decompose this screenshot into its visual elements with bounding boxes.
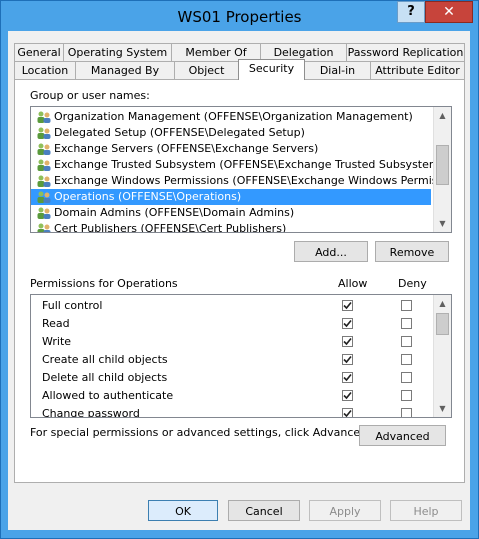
apply-button[interactable]: Apply xyxy=(309,500,381,521)
tab-object[interactable]: Object xyxy=(174,61,239,79)
tab-password-replication[interactable]: Password Replication xyxy=(346,43,465,61)
user-name: Organization Management (OFFENSE\Organiz… xyxy=(54,110,413,123)
user-list-item[interactable]: Operations (OFFENSE\Operations) xyxy=(31,189,431,205)
user-list-item[interactable]: Delegated Setup (OFFENSE\Delegated Setup… xyxy=(31,125,431,141)
title-bar[interactable]: WS01 Properties ? ✕ xyxy=(1,1,478,31)
help-button[interactable]: Help xyxy=(390,500,462,521)
tab-attribute-editor[interactable]: Attribute Editor xyxy=(370,61,465,79)
tab-security[interactable]: Security xyxy=(238,59,305,80)
deny-checkbox[interactable] xyxy=(401,300,412,311)
allow-checkbox[interactable] xyxy=(342,318,353,329)
advanced-button[interactable]: Advanced xyxy=(359,425,446,446)
permission-name: Create all child objects xyxy=(42,353,168,366)
allow-header: Allow xyxy=(338,277,368,290)
deny-checkbox[interactable] xyxy=(401,372,412,383)
user-list-item[interactable]: Domain Admins (OFFENSE\Domain Admins) xyxy=(31,205,431,221)
scroll-thumb[interactable] xyxy=(436,313,449,335)
allow-checkbox[interactable] xyxy=(342,390,353,401)
user-group-icon xyxy=(37,143,51,155)
cancel-button[interactable]: Cancel xyxy=(228,500,300,521)
permission-row: Full control xyxy=(31,297,431,315)
user-group-icon xyxy=(37,159,51,171)
permission-row: Change password xyxy=(31,405,431,418)
ok-button[interactable]: OK xyxy=(148,500,218,521)
permission-name: Write xyxy=(42,335,72,348)
user-group-icon xyxy=(37,175,51,187)
user-list-item[interactable]: Exchange Windows Permissions (OFFENSE\Ex… xyxy=(31,173,451,189)
permission-name: Read xyxy=(42,317,70,330)
permission-row: Delete all child objects xyxy=(31,369,431,387)
scroll-down-icon[interactable]: ▼ xyxy=(434,215,451,232)
deny-header: Deny xyxy=(398,277,427,290)
remove-button[interactable]: Remove xyxy=(375,241,449,262)
deny-checkbox[interactable] xyxy=(401,408,412,417)
permission-name: Full control xyxy=(42,299,103,312)
permission-row: Create all child objects xyxy=(31,351,431,369)
scroll-up-icon[interactable]: ▲ xyxy=(434,295,451,312)
allow-checkbox[interactable] xyxy=(342,300,353,311)
deny-checkbox[interactable] xyxy=(401,336,412,347)
close-button[interactable]: ✕ xyxy=(425,1,473,23)
user-list-item[interactable]: Exchange Servers (OFFENSE\Exchange Serve… xyxy=(31,141,431,157)
help-title-button[interactable]: ? xyxy=(397,1,425,23)
advanced-note: For special permissions or advanced sett… xyxy=(30,426,371,439)
tab-general[interactable]: General xyxy=(14,43,64,61)
permission-name: Delete all child objects xyxy=(42,371,168,384)
user-name: Domain Admins (OFFENSE\Domain Admins) xyxy=(54,206,295,219)
user-list-item[interactable]: Organization Management (OFFENSE\Organiz… xyxy=(31,109,431,125)
permission-row: Read xyxy=(31,315,431,333)
permissions-label: Permissions for Operations xyxy=(30,277,178,290)
user-name: Exchange Trusted Subsystem (OFFENSE\Exch… xyxy=(54,158,444,171)
scroll-up-icon[interactable]: ▲ xyxy=(434,107,451,124)
allow-checkbox[interactable] xyxy=(342,336,353,347)
allow-checkbox[interactable] xyxy=(342,372,353,383)
deny-checkbox[interactable] xyxy=(401,354,412,365)
user-name: Exchange Servers (OFFENSE\Exchange Serve… xyxy=(54,142,319,155)
user-group-icon xyxy=(37,223,51,232)
tab-location[interactable]: Location xyxy=(14,61,76,79)
user-group-icon xyxy=(37,127,51,139)
allow-checkbox[interactable] xyxy=(342,354,353,365)
tab-operating-system[interactable]: Operating System xyxy=(63,43,172,61)
group-label: Group or user names: xyxy=(30,89,150,102)
deny-checkbox[interactable] xyxy=(401,318,412,329)
permission-row: Write xyxy=(31,333,431,351)
scroll-thumb[interactable] xyxy=(436,145,449,185)
users-listbox[interactable]: Organization Management (OFFENSE\Organiz… xyxy=(30,106,452,233)
user-name: Operations (OFFENSE\Operations) xyxy=(54,190,242,203)
user-list-item[interactable]: Exchange Trusted Subsystem (OFFENSE\Exch… xyxy=(31,157,444,173)
permission-name: Allowed to authenticate xyxy=(42,389,174,402)
user-name: Delegated Setup (OFFENSE\Delegated Setup… xyxy=(54,126,305,139)
tab-row-2: Location Managed By Object Security Dial… xyxy=(14,59,465,80)
user-list-item[interactable]: Cert Publishers (OFFENSE\Cert Publishers… xyxy=(31,221,431,233)
deny-checkbox[interactable] xyxy=(401,390,412,401)
user-name: Cert Publishers (OFFENSE\Cert Publishers… xyxy=(54,222,287,233)
permissions-scrollbar[interactable]: ▲ ▼ xyxy=(433,295,451,417)
add-button[interactable]: Add... xyxy=(294,241,368,262)
user-name: Exchange Windows Permissions (OFFENSE\Ex… xyxy=(54,174,452,187)
user-group-icon xyxy=(37,111,51,123)
permission-row: Allowed to authenticate xyxy=(31,387,431,405)
allow-checkbox[interactable] xyxy=(342,408,353,417)
scroll-down-icon[interactable]: ▼ xyxy=(434,400,451,417)
user-group-icon xyxy=(37,207,51,219)
tab-dial-in[interactable]: Dial-in xyxy=(304,61,371,79)
permissions-listbox[interactable]: Full control Read Write Create all child ob… xyxy=(30,294,452,418)
properties-window: WS01 Properties ? ✕ General Operating Sy… xyxy=(0,0,479,539)
dialog-client: General Operating System Member Of Deleg… xyxy=(8,31,470,530)
users-scrollbar[interactable]: ▲ ▼ xyxy=(433,107,451,232)
permission-name: Change password xyxy=(42,407,140,418)
tab-managed-by[interactable]: Managed By xyxy=(75,61,175,79)
user-group-icon xyxy=(37,191,51,203)
